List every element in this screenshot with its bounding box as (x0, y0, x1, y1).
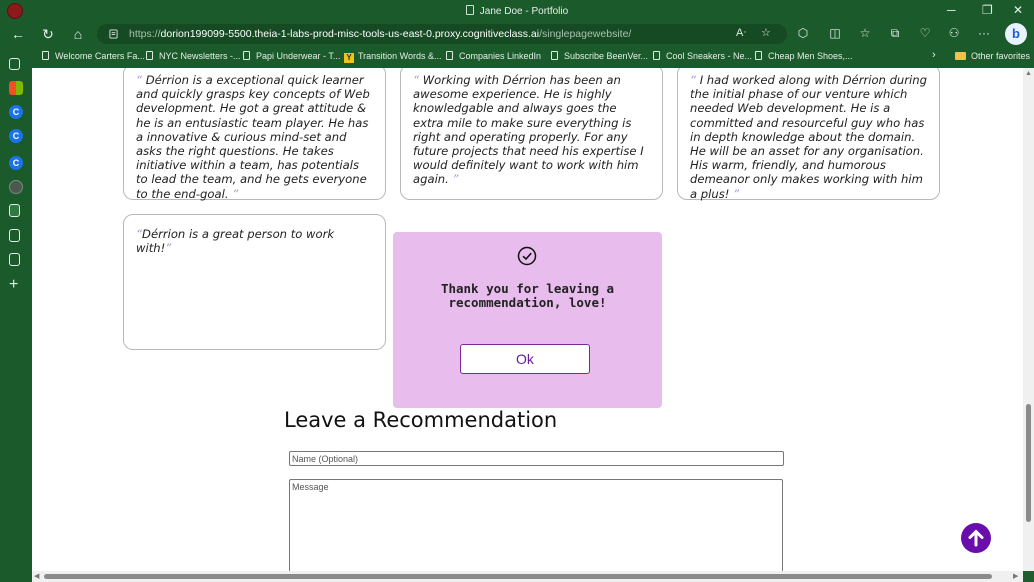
extensions-icon[interactable]: ⬡ (795, 26, 811, 40)
bookmarks-bar: Welcome Carters Fa... NYC Newsletters -.… (32, 46, 1034, 68)
bookmark-item[interactable]: Y Transition Words &... (344, 51, 442, 63)
folder-icon (955, 52, 966, 60)
bookmark-item[interactable]: Cheap Men Shoes,... (755, 51, 853, 61)
collections-icon[interactable]: ⧉ (887, 26, 903, 41)
coursera-tab-icon[interactable]: C (9, 105, 23, 119)
microsoft-365-icon[interactable] (9, 81, 23, 95)
check-circle-icon (517, 246, 537, 266)
scroll-up-arrow-icon[interactable]: ▲ (1025, 70, 1032, 77)
other-favorites[interactable]: Other favorites (955, 51, 1030, 61)
vertical-scroll-thumb[interactable] (1026, 404, 1031, 522)
window-title: Jane Doe - Portfolio (0, 5, 1034, 17)
coursera-tab-icon[interactable]: C (9, 156, 23, 170)
home-icon[interactable]: ⌂ (69, 25, 87, 43)
copilot-icon[interactable]: ⚇ (946, 26, 962, 40)
page-icon (465, 5, 474, 15)
refresh-icon[interactable]: ↻ (39, 25, 57, 43)
scroll-to-top-button[interactable] (961, 523, 991, 553)
page-icon (243, 51, 250, 60)
web-page: “ Dérrion is a exceptional quick learner… (32, 68, 1023, 571)
title-bar: Jane Doe - Portfolio ─ ❐ ✕ (0, 0, 1034, 22)
confirmation-message: Thank you for leaving a recommendation, … (440, 281, 615, 310)
arrow-up-icon (968, 530, 984, 547)
page-icon (653, 51, 660, 60)
recommendation-card: “Dérrion is a great person to work with!… (123, 214, 386, 350)
vertical-scrollbar[interactable]: ▲ (1023, 68, 1034, 571)
scroll-right-arrow-icon[interactable]: ▶ (1013, 572, 1018, 580)
form-heading: Leave a Recommendation (284, 408, 558, 432)
bookmark-item[interactable]: Cool Sneakers - Ne... (653, 51, 752, 61)
scroll-left-arrow-icon[interactable]: ◀ (34, 572, 39, 580)
bookmark-item[interactable]: Companies LinkedIn (446, 51, 541, 61)
close-icon[interactable]: ✕ (1013, 3, 1023, 17)
tab-page-icon[interactable] (9, 229, 20, 242)
bookmark-favicon-icon: Y (344, 53, 354, 63)
favorites-icon[interactable]: ☆ (857, 26, 873, 40)
minimize-icon[interactable]: ─ (947, 3, 956, 17)
more-options-icon[interactable]: ··· (976, 26, 992, 40)
recommendation-card: “ Dérrion is a exceptional quick learner… (123, 68, 386, 201)
favorite-star-icon[interactable]: ☆ (761, 26, 771, 39)
bookmark-item[interactable]: Subscribe BeenVer... (551, 51, 648, 61)
maximize-icon[interactable]: ❐ (982, 3, 993, 17)
horizontal-scrollbar[interactable]: ◀ ▶ (32, 571, 1023, 582)
page-icon (146, 51, 153, 60)
back-icon[interactable]: ← (9, 25, 27, 43)
browser-essentials-icon[interactable]: ♡ (917, 26, 933, 40)
bookmarks-overflow-icon[interactable]: › (932, 49, 936, 61)
tab-page-icon[interactable] (9, 253, 20, 266)
ok-button[interactable]: Ok (460, 344, 590, 374)
new-tab-icon[interactable]: + (9, 277, 23, 293)
page-icon (446, 51, 453, 60)
active-tab-page-icon[interactable] (9, 204, 20, 217)
navigation-bar: ← ↻ ⌂ https://dorion199099-5500.theia-1-… (0, 22, 1034, 46)
horizontal-scroll-thumb[interactable] (44, 574, 992, 579)
coursera-tab-icon[interactable]: C (9, 129, 23, 143)
name-input[interactable] (289, 451, 784, 466)
page-icon (551, 51, 558, 60)
tab-actions-icon[interactable] (9, 58, 20, 70)
read-aloud-icon[interactable]: Aᐧ (736, 26, 746, 39)
recommendation-card: “ Working with Dérrion has been an aweso… (400, 68, 663, 200)
sidebar: C C C + (0, 46, 32, 582)
message-input[interactable] (289, 479, 783, 571)
page-info-icon[interactable] (109, 29, 118, 39)
split-screen-icon[interactable]: ◫ (827, 26, 843, 40)
bookmark-item[interactable]: Welcome Carters Fa... (42, 51, 145, 61)
page-icon (755, 51, 762, 60)
address-bar[interactable]: https://dorion199099-5500.theia-1-labs-p… (97, 24, 787, 44)
bookmark-item[interactable]: NYC Newsletters -... (146, 51, 241, 61)
tab-favicon-icon[interactable] (9, 180, 23, 194)
recommendation-card: “ I had worked along with Dérrion during… (677, 68, 940, 201)
bookmark-item[interactable]: Papi Underwear - T... (243, 51, 340, 61)
page-icon (42, 51, 49, 60)
confirmation-popup: Thank you for leaving a recommendation, … (393, 232, 662, 408)
bing-chat-icon[interactable]: b (1005, 23, 1027, 45)
